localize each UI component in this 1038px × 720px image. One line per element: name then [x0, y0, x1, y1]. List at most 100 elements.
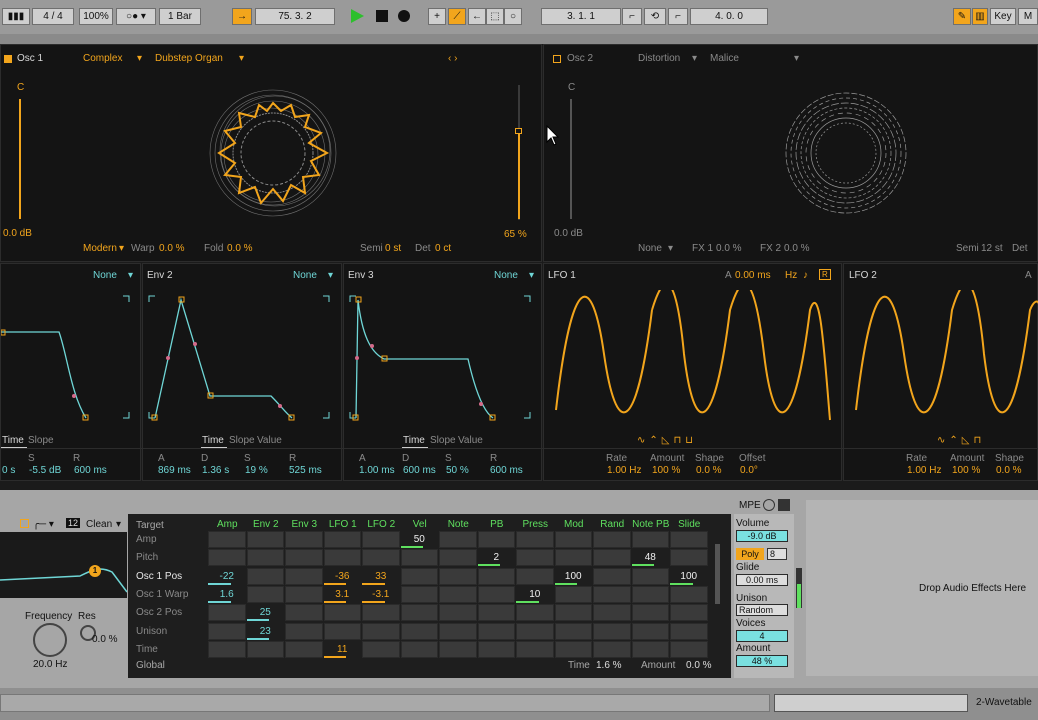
filter-display[interactable]: 1	[0, 532, 128, 598]
matrix-cell[interactable]	[631, 604, 669, 622]
matrix-cell-value[interactable]: 23	[246, 622, 284, 640]
matrix-cell[interactable]	[593, 531, 631, 548]
filter-toggle[interactable]	[20, 519, 29, 528]
lfo1-value-shape[interactable]: 0.0 %	[696, 465, 722, 476]
glide-value[interactable]: 0.00 ms	[736, 574, 788, 586]
matrix-cell-value[interactable]: 48	[631, 549, 669, 567]
filter-res-value[interactable]: 0.0 %	[92, 634, 118, 645]
matrix-cell[interactable]	[670, 549, 708, 567]
env1-value-a[interactable]: 0 s	[2, 465, 15, 476]
matrix-cell[interactable]	[477, 585, 515, 603]
filter-circuit-chevron-icon[interactable]: ▾	[116, 519, 121, 530]
matrix-cell[interactable]	[323, 604, 361, 622]
env3-value-s[interactable]: 50 %	[446, 465, 469, 476]
env1-value-r[interactable]: 600 ms	[74, 465, 107, 476]
lfo2-value-rate[interactable]: 1.00 Hz	[907, 465, 941, 476]
audio-effects-drop-area[interactable]: Drop Audio Effects Here	[806, 500, 1038, 676]
matrix-cell-value[interactable]: -22	[208, 567, 246, 585]
matrix-cell[interactable]	[208, 604, 246, 622]
loop-start[interactable]: 3. 1. 1	[541, 8, 621, 25]
matrix-cell[interactable]	[477, 640, 515, 658]
lfo1-shape-icons[interactable]: ∿⌃◺⊓⊔	[637, 435, 697, 446]
matrix-cell[interactable]	[554, 640, 592, 658]
matrix-cell[interactable]	[516, 531, 554, 548]
matrix-cell[interactable]	[554, 585, 592, 603]
matrix-cell[interactable]	[670, 604, 708, 622]
matrix-cell[interactable]	[323, 549, 361, 567]
matrix-cell[interactable]	[554, 604, 592, 622]
matrix-cell[interactable]	[477, 622, 515, 640]
osc2-wavetable-display[interactable]	[774, 81, 919, 226]
osc2-semi[interactable]: 12 st	[981, 243, 1003, 254]
env3-value-r[interactable]: 600 ms	[490, 465, 523, 476]
env3-tab-slope[interactable]: Slope	[430, 435, 456, 446]
session-record-icon[interactable]: ○	[504, 8, 522, 25]
matrix-cell[interactable]	[208, 531, 246, 548]
osc1-level[interactable]: 65 %	[504, 229, 527, 240]
env1-tab-slope[interactable]: Slope	[28, 435, 54, 446]
lfo1-value-offset[interactable]: 0.0°	[740, 465, 758, 476]
osc2-fx1[interactable]: 0.0 %	[716, 243, 742, 254]
lfo2-value-shape[interactable]: 0.0 %	[996, 465, 1022, 476]
play-icon[interactable]	[351, 9, 364, 23]
osc1-fold[interactable]: 0.0 %	[227, 243, 253, 254]
matrix-cell[interactable]	[400, 622, 438, 640]
matrix-cell[interactable]	[439, 640, 477, 658]
filter-slope[interactable]: 12	[66, 518, 81, 528]
matrix-cell-value[interactable]: -36	[323, 567, 361, 585]
matrix-cell[interactable]	[362, 604, 400, 622]
lfo1-graph[interactable]	[544, 290, 842, 430]
matrix-cell-value[interactable]: 2	[477, 549, 515, 567]
lfo1-value-amount[interactable]: 100 %	[652, 465, 680, 476]
matrix-cell[interactable]	[477, 531, 515, 548]
matrix-cell[interactable]	[593, 622, 631, 640]
matrix-cell[interactable]	[285, 622, 323, 640]
matrix-scrollbar[interactable]	[715, 544, 720, 604]
lfo1-retrigger-icon[interactable]: R	[819, 269, 831, 280]
loop-switch-icon[interactable]: ⟲	[644, 8, 666, 25]
matrix-amount-value[interactable]: 0.0 %	[686, 660, 712, 671]
matrix-cell[interactable]	[554, 622, 592, 640]
matrix-cell-value[interactable]: 3.1	[323, 585, 361, 603]
matrix-cell[interactable]	[285, 549, 323, 567]
osc2-mode-chevron-icon[interactable]: ▾	[668, 243, 673, 254]
matrix-cell-value[interactable]: 10	[516, 585, 554, 603]
matrix-cell[interactable]	[400, 567, 438, 585]
matrix-cell[interactable]	[670, 622, 708, 640]
matrix-cell[interactable]	[362, 622, 400, 640]
filter-badge[interactable]: 1	[89, 565, 101, 577]
env2-value-a[interactable]: 869 ms	[158, 465, 191, 476]
matrix-cell[interactable]	[208, 622, 246, 640]
env3-value-a[interactable]: 1.00 ms	[359, 465, 395, 476]
env1-value-s[interactable]: -5.5 dB	[29, 465, 61, 476]
matrix-cell[interactable]	[670, 640, 708, 658]
stop-icon[interactable]	[376, 10, 388, 22]
osc2-mode[interactable]: None	[638, 243, 662, 254]
env2-value-s[interactable]: 19 %	[245, 465, 268, 476]
osc1-mode[interactable]: Modern	[83, 243, 117, 254]
osc1-category-chevron-icon[interactable]: ▾	[137, 53, 142, 64]
capture-icon[interactable]: ⬚	[486, 8, 504, 25]
matrix-cell[interactable]	[593, 549, 631, 567]
matrix-cell[interactable]	[439, 622, 477, 640]
matrix-cell[interactable]	[246, 640, 284, 658]
loop-length[interactable]: 4. 0. 0	[690, 8, 768, 25]
osc1-mode-chevron-icon[interactable]: ▾	[119, 243, 124, 254]
osc2-gain[interactable]: 0.0 dB	[554, 228, 583, 239]
matrix-cell-value[interactable]: -3.1	[362, 585, 400, 603]
filter-type-icon[interactable]: ╭─ ▾	[33, 519, 54, 530]
osc2-fx2[interactable]: 0.0 %	[784, 243, 810, 254]
matrix-cell[interactable]	[246, 585, 284, 603]
env3-tab-time[interactable]: Time	[403, 435, 425, 446]
osc2-gain-fader[interactable]	[570, 99, 572, 219]
osc1-prev-next-icon[interactable]: ‹ ›	[448, 53, 457, 64]
matrix-cell[interactable]	[439, 531, 477, 548]
metronome-button[interactable]: ○● ▾	[116, 8, 156, 25]
matrix-cell[interactable]	[631, 640, 669, 658]
matrix-cell[interactable]	[631, 585, 669, 603]
filter-circuit[interactable]: Clean	[86, 519, 112, 530]
matrix-cell-value[interactable]: 33	[362, 567, 400, 585]
matrix-cell[interactable]	[554, 531, 592, 548]
env2-target[interactable]: None	[293, 270, 317, 281]
osc1-det[interactable]: 0 ct	[435, 243, 451, 254]
